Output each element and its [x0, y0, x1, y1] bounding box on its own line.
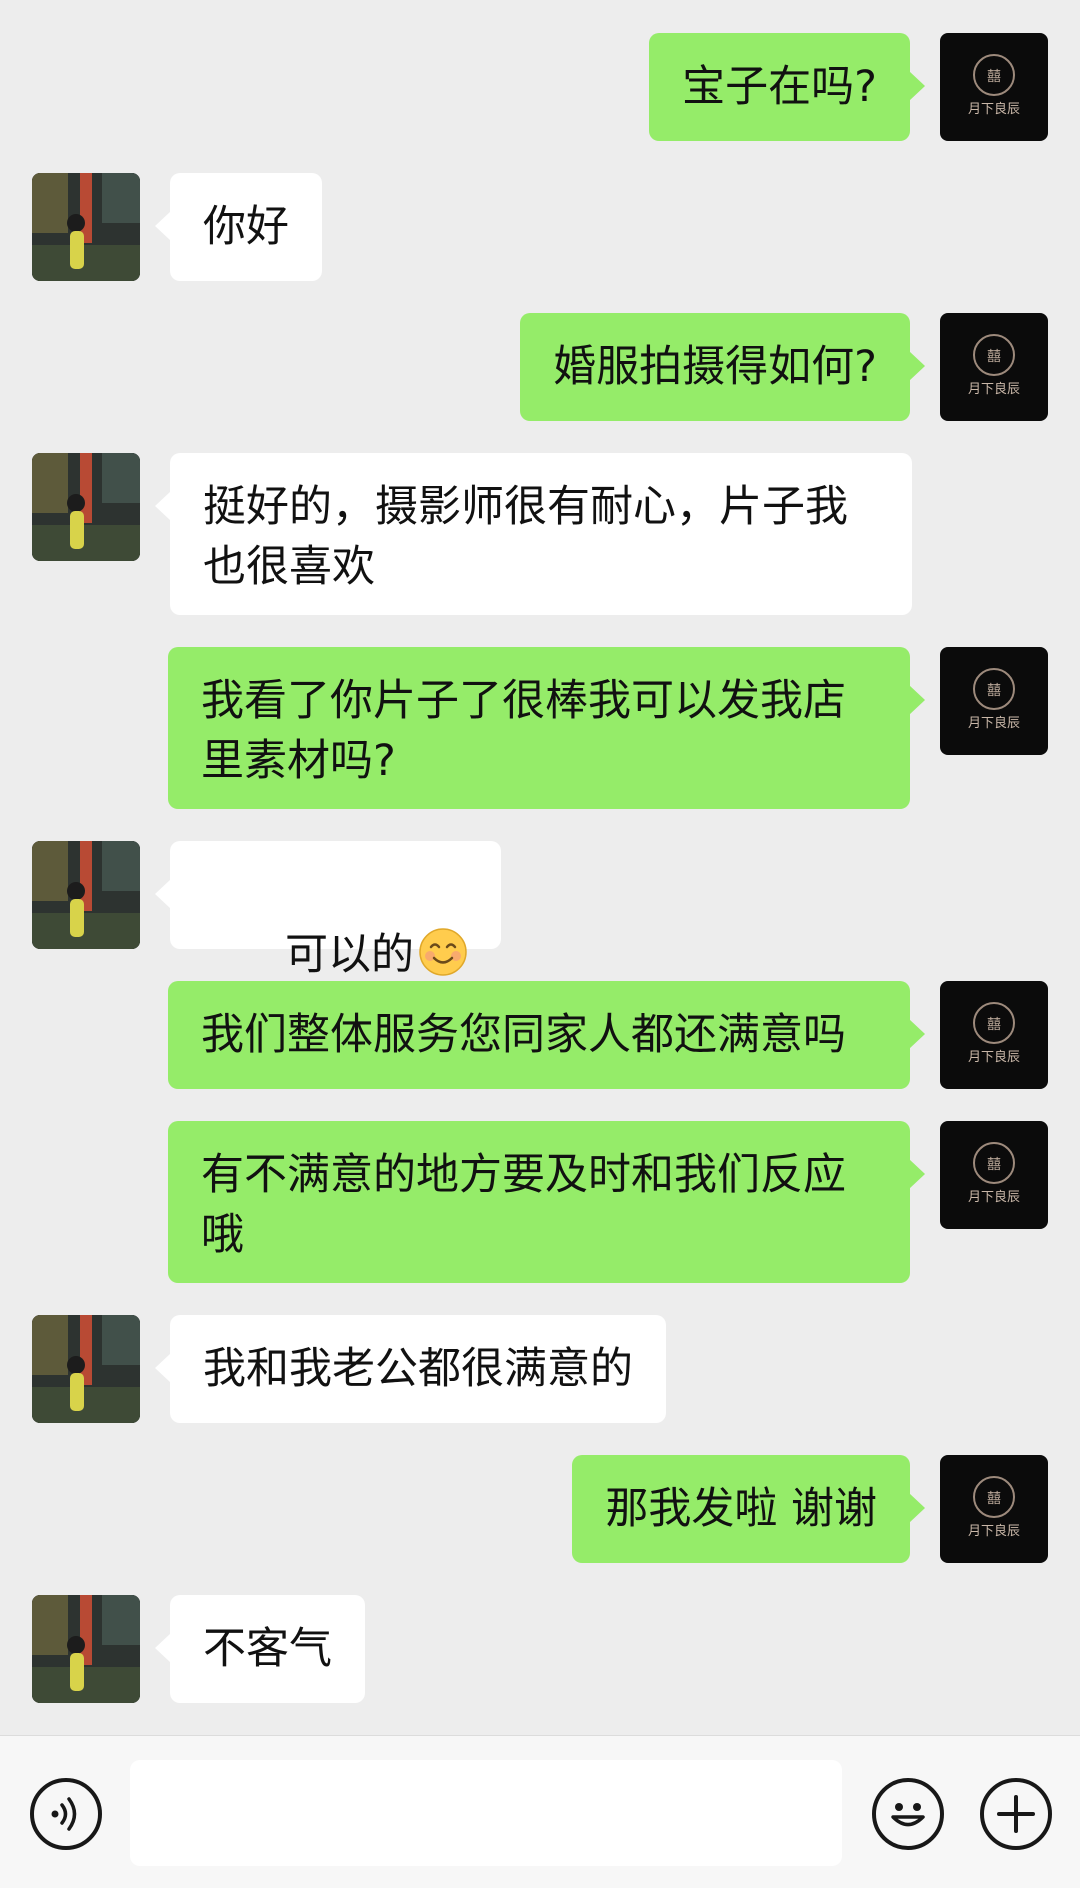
contact-avatar[interactable]	[32, 1595, 140, 1703]
message-bubble-received[interactable]: 挺好的，摄影师很有耐心，片子我 也很喜欢	[155, 453, 912, 615]
svg-text:囍: 囍	[987, 1017, 1001, 1033]
message-text: 可以的	[285, 930, 415, 980]
input-bar	[0, 1735, 1080, 1888]
voice-icon	[51, 1797, 77, 1831]
svg-text:月下良辰: 月下良辰	[968, 101, 1020, 117]
message-bubble-sent[interactable]: 我看了你片子了很棒我可以发我店 里素材吗?	[168, 647, 925, 809]
svg-text:囍: 囍	[987, 69, 1001, 85]
contact-avatar[interactable]	[32, 173, 140, 281]
svg-text:月下良辰: 月下良辰	[968, 715, 1020, 731]
voice-button[interactable]	[30, 1778, 102, 1850]
shop-avatar[interactable]: 囍 月下良辰	[940, 981, 1048, 1089]
message-bubble-received[interactable]: 你好	[155, 173, 322, 281]
shop-avatar[interactable]: 囍 月下良辰	[940, 313, 1048, 421]
chat-area: 宝子在吗? 囍 月下良辰 你好 婚服拍摄得如何? 囍 月下良辰 挺好的，摄影师很…	[0, 0, 1080, 1735]
plus-icon	[997, 1795, 1035, 1833]
message-bubble-sent[interactable]: 宝子在吗?	[649, 33, 925, 141]
message-bubble-received[interactable]: 可以的	[154, 841, 502, 980]
svg-text:囍: 囍	[987, 1157, 1001, 1173]
contact-avatar[interactable]	[32, 1315, 140, 1423]
emoji-icon	[891, 1803, 925, 1827]
message-bubble-sent[interactable]: 有不满意的地方要及时和我们反应 哦	[168, 1121, 925, 1283]
emoji-button[interactable]	[872, 1778, 944, 1850]
message-bubble-sent[interactable]: 那我发啦 谢谢	[572, 1455, 925, 1563]
svg-text:月下良辰: 月下良辰	[968, 1049, 1020, 1065]
shop-avatar[interactable]: 囍 月下良辰	[940, 1455, 1048, 1563]
shop-avatar[interactable]: 囍 月下良辰	[940, 647, 1048, 755]
svg-text:囍: 囍	[987, 349, 1001, 365]
contact-avatar[interactable]	[32, 453, 140, 561]
shop-avatar[interactable]: 囍 月下良辰	[940, 1121, 1048, 1229]
svg-text:月下良辰: 月下良辰	[968, 381, 1020, 397]
svg-text:月下良辰: 月下良辰	[968, 1189, 1020, 1205]
more-button[interactable]	[980, 1778, 1052, 1850]
contact-avatar[interactable]	[32, 841, 140, 949]
svg-text:囍: 囍	[987, 683, 1001, 699]
message-bubble-received[interactable]: 不客气	[155, 1595, 365, 1703]
message-bubble-sent[interactable]: 我们整体服务您同家人都还满意吗	[168, 981, 925, 1089]
shop-avatar[interactable]: 囍 月下良辰	[940, 33, 1048, 141]
message-input[interactable]	[130, 1760, 842, 1866]
svg-text:月下良辰: 月下良辰	[968, 1523, 1020, 1539]
smiling-face-icon	[419, 928, 467, 976]
svg-text:囍: 囍	[987, 1491, 1001, 1507]
message-bubble-sent[interactable]: 婚服拍摄得如何?	[520, 313, 925, 421]
message-bubble-received[interactable]: 我和我老公都很满意的	[155, 1315, 666, 1423]
